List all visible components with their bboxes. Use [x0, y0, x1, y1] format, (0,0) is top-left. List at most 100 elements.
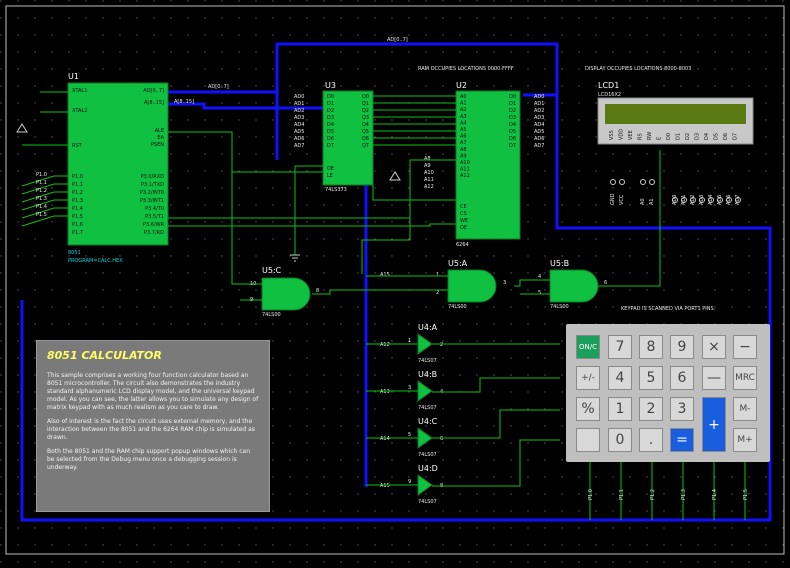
u2-pin-d-4: D4 — [509, 122, 516, 128]
key-m-plus[interactable]: M+ — [733, 428, 757, 452]
u3-pin-d-6: D6 — [327, 136, 334, 142]
key-multiply[interactable]: × — [702, 335, 726, 359]
u3-pin-d-4: D4 — [327, 122, 334, 128]
u3-pin-q-7: Q7 — [362, 143, 369, 149]
u3-pin-ctrl-1: LE — [327, 173, 333, 179]
key-8[interactable]: 8 — [639, 335, 663, 359]
u3-net-6: AD6 — [294, 136, 304, 142]
u2-pin-d-2: D2 — [509, 108, 516, 114]
lcd-net-3: A1 — [649, 198, 655, 205]
u3-net-0: AD0 — [294, 94, 304, 100]
u5a-ref: U5:A — [448, 259, 468, 268]
info-para-3: Both the 8051 and the RAM chip support p… — [47, 448, 251, 471]
u4a-pin-in: 1 — [408, 338, 411, 344]
key-3[interactable]: 3 — [670, 397, 694, 421]
key-subtract[interactable]: — — [702, 366, 726, 390]
u3-pin-q-6: Q6 — [362, 136, 369, 142]
u1-part: 8051 — [68, 250, 81, 256]
u5b-pin-out: 6 — [604, 280, 607, 286]
lcd-pin-0: VSS — [609, 130, 615, 140]
u1-pin-port-5: P1.5 — [72, 214, 83, 220]
key-7[interactable]: 7 — [608, 335, 632, 359]
kp-port-2: P1.2 — [650, 489, 656, 500]
u1-pin-ctrl-2: PSEN — [151, 142, 164, 148]
lcd-pin-4: RW — [647, 132, 653, 140]
u5a-net: A15 — [380, 272, 390, 278]
key-0[interactable]: 0 — [608, 428, 632, 452]
u4c-pin-in: 5 — [408, 432, 411, 438]
info-para-2: Also of interest is the fact the circuit… — [47, 418, 255, 441]
kp-port-3: P1.3 — [681, 489, 687, 500]
lcd-pin-6: D0 — [666, 133, 672, 140]
u5c-ref: U5:C — [262, 266, 282, 275]
lcd-pin-1: VDD — [619, 129, 625, 140]
u4a-net: A12 — [380, 342, 390, 348]
key-on-clear[interactable]: ON/C — [576, 335, 600, 359]
u5a-part: 74LS00 — [448, 304, 467, 310]
u1-pin-rst: RST — [72, 143, 83, 149]
u4b-part: 74LS07 — [418, 405, 437, 411]
u3-pin-q-3: Q3 — [362, 115, 369, 121]
u3-pin-d-0: D0 — [327, 94, 334, 100]
u4a-pin-out: 2 — [440, 342, 443, 348]
u3-net-5: AD5 — [294, 129, 304, 135]
u4d-pin-in: 9 — [408, 479, 411, 485]
u5b-ref: U5:B — [550, 259, 569, 268]
u2-net-right-0: AD0 — [534, 94, 544, 100]
u2-pin-ctrl-3: OE — [460, 225, 467, 231]
u1-net-5: P1.5 — [36, 212, 47, 218]
kp-port-5: P1.5 — [743, 489, 749, 500]
u1-pin-p3-3: P3.3/INT1 — [140, 198, 164, 204]
u1-pin-port-7: P1.7 — [72, 230, 83, 236]
u4a-part: 74LS07 — [418, 358, 437, 364]
info-title: 8051 CALCULATOR — [47, 349, 162, 362]
key-1[interactable]: 1 — [608, 397, 632, 421]
u1-pin-port-2: P1.2 — [72, 190, 83, 196]
lcd-pin-5: E — [657, 137, 663, 140]
u1-pin-bus-0: AD[0..7] — [143, 88, 164, 94]
u3-pin-q-2: Q2 — [362, 108, 369, 114]
u5a-pin-in1: 1 — [436, 272, 439, 278]
key-2[interactable]: 2 — [639, 397, 663, 421]
lcd-net-1: VCC — [619, 194, 625, 205]
u3-right-pins: Q0Q1Q2Q3Q4Q5Q6Q7 — [362, 94, 369, 149]
keypad-note: KEYPAD IS SCANNED VIA PORT1 PINS. — [621, 306, 716, 312]
u1-pin-left-1: XTAL2 — [72, 108, 87, 114]
u1-net-4: P1.4 — [36, 204, 47, 210]
u4a-ref: U4:A — [418, 323, 438, 332]
key-add[interactable]: + — [702, 397, 726, 452]
key-m-minus[interactable]: M- — [733, 397, 757, 421]
key-blank[interactable] — [576, 428, 600, 452]
lcd-pin-13: D7 — [733, 133, 739, 140]
u1-net-3: P1.3 — [36, 196, 47, 202]
u3-pin-d-5: D5 — [327, 129, 334, 135]
u2-net-right-1: AD1 — [534, 101, 544, 107]
u2-net-left-1: A9 — [424, 163, 431, 169]
u2-pin-a-5: A5 — [460, 127, 467, 133]
u3-pin-d-3: D3 — [327, 115, 334, 121]
kp-port-4: P1.4 — [712, 489, 718, 500]
key-4[interactable]: 4 — [608, 366, 632, 390]
key-plus-minus[interactable]: +/- — [576, 366, 600, 390]
lcd-part: LCD16X2 — [598, 92, 621, 98]
key-5[interactable]: 5 — [639, 366, 663, 390]
u1-pin-ctrl-1: EA — [157, 135, 164, 141]
u3-pin-d-2: D2 — [327, 108, 334, 114]
key-6[interactable]: 6 — [670, 366, 694, 390]
u1-pin-p3-1: P3.1/TXD — [141, 182, 164, 188]
u4c-part: 74LS07 — [418, 452, 437, 458]
u4b-net: A13 — [380, 389, 390, 395]
key-mrc[interactable]: MRC — [733, 366, 757, 390]
key-decimal[interactable]: . — [639, 428, 663, 452]
u3-pin-ctrl-0: OE — [327, 166, 334, 172]
u1-program: PROGRAM=CALC.HEX — [68, 258, 123, 264]
u2-pin-a-4: A4 — [460, 120, 467, 126]
calculator-keypad[interactable]: ON/C 7 8 9 × − +/- 4 5 6 — MRC % 1 2 3 +… — [566, 324, 770, 462]
key-9[interactable]: 9 — [670, 335, 694, 359]
u1-net-1: P1.1 — [36, 180, 47, 186]
key-minus-top[interactable]: − — [733, 335, 757, 359]
u3-net-4: AD4 — [294, 122, 304, 128]
key-equals[interactable]: = — [670, 428, 694, 452]
u2-net-right-5: AD5 — [534, 129, 544, 135]
key-percent[interactable]: % — [576, 397, 600, 421]
